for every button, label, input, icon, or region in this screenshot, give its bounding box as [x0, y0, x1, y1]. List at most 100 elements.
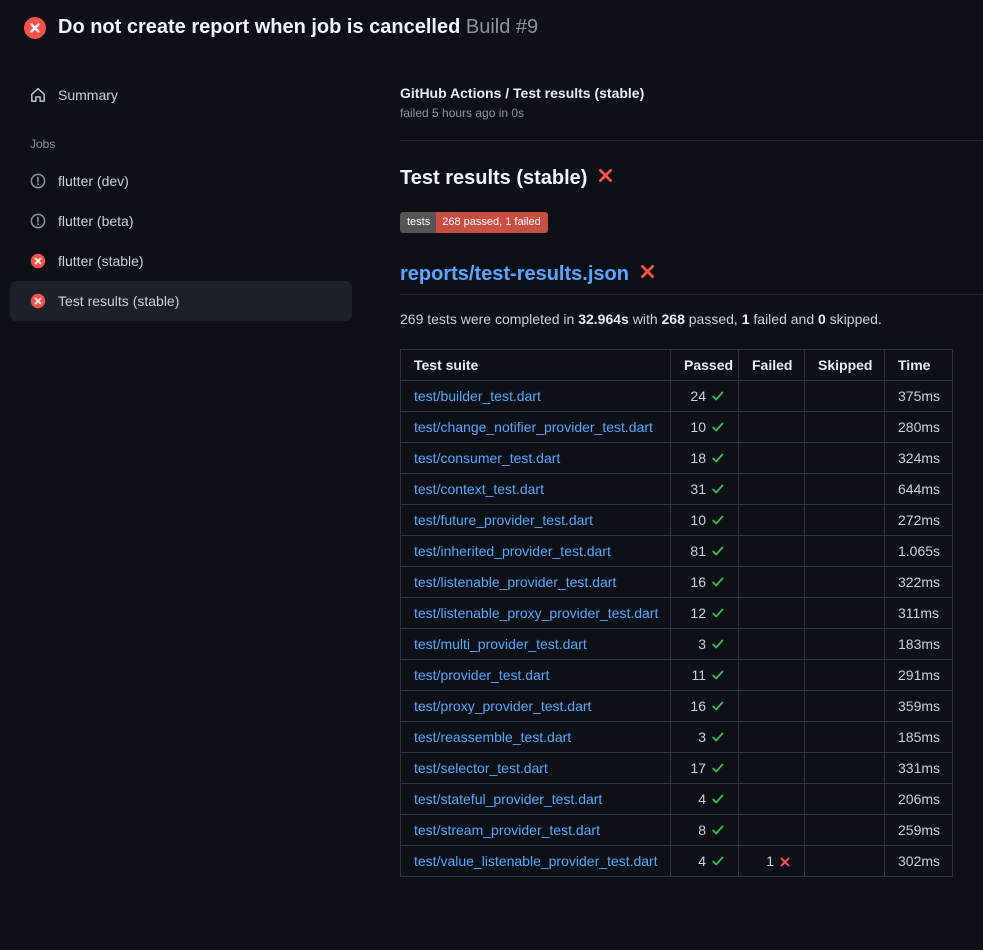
- count: 10: [690, 512, 706, 528]
- jobs-list: flutter (dev) flutter (beta): [10, 161, 352, 321]
- check-icon: [711, 637, 725, 651]
- suite-cell: test/proxy_provider_test.dart: [401, 691, 671, 722]
- badge-label: tests: [400, 212, 436, 233]
- summary-mid2: passed,: [685, 311, 742, 327]
- suite-cell: test/builder_test.dart: [401, 381, 671, 412]
- suite-cell: test/change_notifier_provider_test.dart: [401, 412, 671, 443]
- build-number: Build #9: [466, 16, 538, 38]
- passed-cell: 10: [671, 412, 739, 443]
- suite-link[interactable]: test/value_listenable_provider_test.dart: [414, 853, 658, 869]
- skipped-cell: [805, 753, 885, 784]
- skipped-cell: [805, 691, 885, 722]
- suite-link[interactable]: test/provider_test.dart: [414, 667, 549, 683]
- suite-link[interactable]: test/consumer_test.dart: [414, 450, 560, 466]
- suite-link[interactable]: test/stream_provider_test.dart: [414, 822, 600, 838]
- check-icon: [711, 420, 725, 434]
- summary-mid3: failed and: [750, 311, 819, 327]
- suite-cell: test/listenable_proxy_provider_test.dart: [401, 598, 671, 629]
- summary-passed-count: 268: [662, 311, 685, 327]
- suite-link[interactable]: test/builder_test.dart: [414, 388, 541, 404]
- skipped-cell: [805, 629, 885, 660]
- check-icon: [711, 544, 725, 558]
- suite-link[interactable]: test/selector_test.dart: [414, 760, 548, 776]
- col-skipped: Skipped: [805, 350, 885, 381]
- suite-link[interactable]: test/listenable_proxy_provider_test.dart: [414, 605, 658, 621]
- suite-link[interactable]: test/future_provider_test.dart: [414, 512, 593, 528]
- check-icon: [711, 668, 725, 682]
- failure-x-icon: [597, 167, 614, 190]
- time-cell: 183ms: [885, 629, 953, 660]
- summary-mid1: with: [629, 311, 662, 327]
- time-cell: 359ms: [885, 691, 953, 722]
- failed-cell: [739, 691, 805, 722]
- failed-cell: [739, 505, 805, 536]
- sidebar-item-flutter-dev[interactable]: flutter (dev): [10, 161, 352, 201]
- table-row: test/provider_test.dart11291ms: [401, 660, 953, 691]
- time-cell: 302ms: [885, 846, 953, 877]
- failed-cell: [739, 598, 805, 629]
- suite-link[interactable]: test/inherited_provider_test.dart: [414, 543, 611, 559]
- table-row: test/context_test.dart31644ms: [401, 474, 953, 505]
- report-title-link[interactable]: reports/test-results.json: [400, 263, 629, 286]
- suite-link[interactable]: test/proxy_provider_test.dart: [414, 698, 591, 714]
- count: 18: [690, 450, 706, 466]
- suite-link[interactable]: test/reassemble_test.dart: [414, 729, 571, 745]
- suite-cell: test/inherited_provider_test.dart: [401, 536, 671, 567]
- check-icon: [711, 854, 725, 868]
- failure-circle-icon: [24, 17, 46, 39]
- col-failed: Failed: [739, 350, 805, 381]
- failed-cell: [739, 381, 805, 412]
- summary-failed-count: 1: [742, 311, 750, 327]
- count: 17: [690, 760, 706, 776]
- passed-cell: 16: [671, 691, 739, 722]
- check-icon: [711, 389, 725, 403]
- job-label: Test results (stable): [58, 293, 179, 309]
- check-icon: [711, 513, 725, 527]
- failed-cell: [739, 412, 805, 443]
- check-icon: [711, 482, 725, 496]
- suite-cell: test/stream_provider_test.dart: [401, 815, 671, 846]
- failure-circle-icon: [30, 293, 46, 309]
- passed-cell: 8: [671, 815, 739, 846]
- count: 3: [698, 729, 706, 745]
- failed-cell: [739, 567, 805, 598]
- table-row: test/proxy_provider_test.dart 16 359ms: [401, 691, 953, 722]
- count: 16: [690, 698, 706, 714]
- time-cell: 206ms: [885, 784, 953, 815]
- check-title: Test results (stable): [400, 167, 983, 190]
- suite-link[interactable]: test/multi_provider_test.dart: [414, 636, 587, 652]
- suite-cell: test/multi_provider_test.dart: [401, 629, 671, 660]
- passed-cell: 10: [671, 505, 739, 536]
- badge-status: 268 passed, 1 failed: [436, 212, 547, 233]
- table-row: test/reassemble_test.dart3185ms: [401, 722, 953, 753]
- skipped-cell: [805, 381, 885, 412]
- suite-cell: test/value_listenable_provider_test.dart: [401, 846, 671, 877]
- run-status-text: failed 5 hours ago in 0s: [400, 106, 983, 120]
- neutral-status-icon: [30, 173, 46, 189]
- sidebar-summary-label: Summary: [58, 87, 118, 103]
- table-row: test/listenable_proxy_provider_test.dart…: [401, 598, 953, 629]
- suite-link[interactable]: test/listenable_provider_test.dart: [414, 574, 616, 590]
- results-table-body: test/builder_test.dart24375mstest/change…: [401, 381, 953, 877]
- passed-cell: 16: [671, 567, 739, 598]
- skipped-cell: [805, 505, 885, 536]
- passed-cell: 24: [671, 381, 739, 412]
- check-icon: [711, 823, 725, 837]
- passed-cell: 18: [671, 443, 739, 474]
- summary-skipped-count: 0: [818, 311, 826, 327]
- sidebar-item-flutter-stable[interactable]: flutter (stable): [10, 241, 352, 281]
- skipped-cell: [805, 784, 885, 815]
- suite-link[interactable]: test/stateful_provider_test.dart: [414, 791, 602, 807]
- jobs-section-label: Jobs: [10, 115, 352, 161]
- sidebar-item-flutter-beta[interactable]: flutter (beta): [10, 201, 352, 241]
- failed-cell: 1: [739, 846, 805, 877]
- x-icon: [779, 856, 791, 868]
- sidebar-item-summary[interactable]: Summary: [10, 75, 352, 115]
- suite-link[interactable]: test/change_notifier_provider_test.dart: [414, 419, 653, 435]
- sidebar-item-test-results-stable[interactable]: Test results (stable): [10, 281, 352, 321]
- table-row: test/inherited_provider_test.dart811.065…: [401, 536, 953, 567]
- failure-x-icon: [639, 263, 656, 286]
- suite-link[interactable]: test/context_test.dart: [414, 481, 544, 497]
- summary-prefix: 269 tests were completed in: [400, 311, 578, 327]
- time-cell: 272ms: [885, 505, 953, 536]
